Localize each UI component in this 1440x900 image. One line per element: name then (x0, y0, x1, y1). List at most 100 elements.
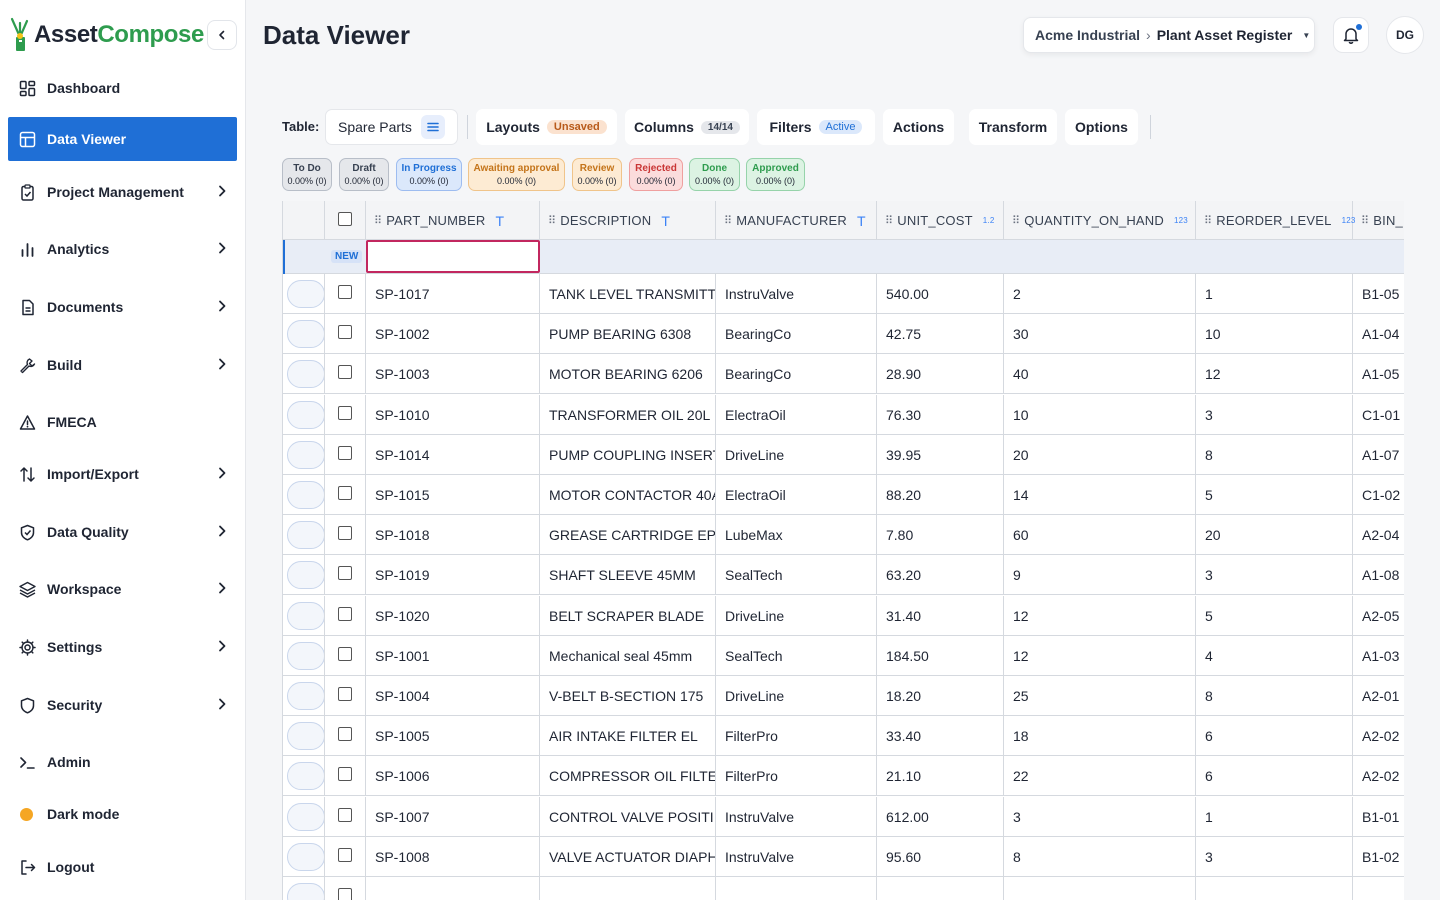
table-cell[interactable]: 8 (1196, 676, 1353, 716)
table-cell[interactable]: 612.00 (877, 797, 1004, 837)
table-cell[interactable]: InstruValve (716, 274, 877, 314)
table-cell[interactable]: DriveLine (716, 596, 877, 636)
table-cell[interactable]: 8 (1004, 837, 1196, 877)
sidebar-item-build[interactable]: Build (8, 343, 237, 387)
table-cell[interactable]: TANK LEVEL TRANSMITT (540, 274, 716, 314)
table-cell[interactable]: Mechanical seal 45mm (540, 636, 716, 676)
table-cell[interactable]: SealTech (716, 555, 877, 595)
column-header-quantity-on-hand[interactable]: ⠿ QUANTITY_ON_HAND 123 (1004, 201, 1196, 240)
sidebar-item-dashboard[interactable]: Dashboard (8, 66, 237, 110)
row-checkbox[interactable] (338, 848, 352, 862)
sidebar-item-data-quality[interactable]: Data Quality (8, 510, 237, 554)
table-cell[interactable]: A1-03 (1353, 636, 1404, 676)
table-cell[interactable]: SHAFT SLEEVE 45MM (540, 555, 716, 595)
table-cell[interactable]: C1-01 (1353, 395, 1404, 435)
sidebar-item-analytics[interactable]: Analytics (8, 227, 237, 271)
column-header-description[interactable]: ⠿ DESCRIPTION T (540, 201, 716, 240)
sidebar-item-workspace[interactable]: Workspace (8, 567, 237, 611)
table-cell[interactable]: SP-1007 (366, 797, 540, 837)
columns-button[interactable]: Columns 14/14 (625, 109, 749, 145)
sidebar-item-fmeca[interactable]: FMECA (8, 400, 237, 444)
status-chip-approved[interactable]: Approved 0.00% (0) (746, 158, 805, 191)
notifications-button[interactable] (1333, 17, 1369, 53)
row-checkbox[interactable] (338, 767, 352, 781)
workspace-breadcrumb-select[interactable]: Acme Industrial › Plant Asset Register ▼ (1023, 17, 1315, 53)
table-row[interactable]: SP-1007 CONTROL VALVE POSITI InstruValve 61… (283, 797, 1404, 837)
table-cell[interactable]: SP-1010 (366, 395, 540, 435)
status-chip-done[interactable]: Done 0.00% (0) (689, 158, 740, 191)
table-cell[interactable]: InstruValve (716, 797, 877, 837)
table-cell[interactable]: 88.20 (877, 475, 1004, 515)
table-cell[interactable] (1196, 877, 1353, 900)
table-cell[interactable]: 1 (1196, 797, 1353, 837)
table-cell[interactable]: A2-02 (1353, 756, 1404, 796)
table-cell[interactable]: 18.20 (877, 676, 1004, 716)
table-cell[interactable]: 540.00 (877, 274, 1004, 314)
table-cell[interactable] (1353, 877, 1404, 900)
sidebar-item-security[interactable]: Security (8, 683, 237, 727)
filters-button[interactable]: Filters Active (757, 109, 875, 145)
table-cell[interactable]: SP-1004 (366, 676, 540, 716)
table-cell[interactable]: C1-02 (1353, 475, 1404, 515)
table-cell[interactable] (366, 877, 540, 900)
actions-button[interactable]: Actions (883, 109, 954, 145)
table-cell[interactable]: B1-05 (1353, 274, 1404, 314)
table-select[interactable]: Spare Parts (325, 109, 458, 145)
table-cell[interactable]: B1-02 (1353, 837, 1404, 877)
collapse-sidebar-button[interactable] (207, 20, 237, 50)
sidebar-item-dark-mode[interactable]: Dark mode (8, 792, 237, 836)
table-cell[interactable]: PUMP COUPLING INSERT (540, 435, 716, 475)
table-cell[interactable]: 12 (1004, 596, 1196, 636)
table-row[interactable]: SP-1004 V-BELT B-SECTION 175 DriveLine 18.2… (283, 676, 1404, 716)
table-cell[interactable] (716, 877, 877, 900)
table-row[interactable]: SP-1006 COMPRESSOR OIL FILTE FilterPro 21.1… (283, 756, 1404, 796)
drag-handle-icon[interactable]: ⠿ (885, 214, 893, 227)
table-cell[interactable]: TRANSFORMER OIL 20L (540, 395, 716, 435)
table-cell[interactable]: 6 (1196, 756, 1353, 796)
table-cell[interactable]: AIR INTAKE FILTER EL (540, 716, 716, 756)
table-cell[interactable]: PUMP BEARING 6308 (540, 314, 716, 354)
sidebar-item-documents[interactable]: Documents (8, 285, 237, 329)
table-cell[interactable]: SP-1018 (366, 515, 540, 555)
row-checkbox[interactable] (338, 808, 352, 822)
table-row[interactable]: SP-1002 PUMP BEARING 6308 BearingCo 42.75 30… (283, 314, 1404, 354)
table-cell[interactable]: 20 (1196, 515, 1353, 555)
table-cell[interactable]: 76.30 (877, 395, 1004, 435)
table-cell[interactable]: BearingCo (716, 314, 877, 354)
table-cell[interactable]: 9 (1004, 555, 1196, 595)
table-cell[interactable]: InstruValve (716, 837, 877, 877)
table-cell[interactable]: A1-07 (1353, 435, 1404, 475)
table-cell[interactable]: 2 (1004, 274, 1196, 314)
table-cell[interactable]: A1-04 (1353, 314, 1404, 354)
table-row[interactable]: SP-1005 AIR INTAKE FILTER EL FilterPro 33.4… (283, 716, 1404, 756)
table-cell[interactable]: 33.40 (877, 716, 1004, 756)
table-cell[interactable]: 22 (1004, 756, 1196, 796)
table-cell[interactable]: SP-1001 (366, 636, 540, 676)
column-header-bin-l[interactable]: ⠿ BIN_L (1353, 201, 1404, 240)
column-header-part-number[interactable]: ⠿ PART_NUMBER T (366, 201, 540, 240)
table-cell[interactable]: 1 (1196, 274, 1353, 314)
table-cell[interactable]: SP-1020 (366, 596, 540, 636)
status-chip-draft[interactable]: Draft 0.00% (0) (339, 158, 389, 191)
table-cell[interactable]: FilterPro (716, 716, 877, 756)
sidebar-item-data-viewer[interactable]: Data Viewer (8, 117, 237, 161)
column-header-unit-cost[interactable]: ⠿ UNIT_COST 1.2 (877, 201, 1004, 240)
table-row[interactable]: SP-1019 SHAFT SLEEVE 45MM SealTech 63.20 9 3 A… (283, 555, 1404, 595)
row-checkbox[interactable] (338, 406, 352, 420)
table-row[interactable]: SP-1020 BELT SCRAPER BLADE DriveLine 31.40 1… (283, 596, 1404, 636)
table-cell[interactable]: 12 (1004, 636, 1196, 676)
table-cell[interactable]: 42.75 (877, 314, 1004, 354)
row-checkbox[interactable] (338, 647, 352, 661)
table-cell[interactable]: 40 (1004, 354, 1196, 394)
sidebar-item-settings[interactable]: Settings (8, 625, 237, 669)
table-cell[interactable] (1004, 877, 1196, 900)
table-cell[interactable]: VALVE ACTUATOR DIAPH (540, 837, 716, 877)
row-checkbox[interactable] (338, 486, 352, 500)
transform-button[interactable]: Transform (969, 109, 1057, 145)
table-cell[interactable]: V-BELT B-SECTION 175 (540, 676, 716, 716)
row-checkbox[interactable] (338, 727, 352, 741)
table-cell[interactable]: SP-1019 (366, 555, 540, 595)
table-cell[interactable]: DriveLine (716, 676, 877, 716)
table-row[interactable]: SP-1003 MOTOR BEARING 6206 BearingCo 28.90 4… (283, 354, 1404, 394)
table-cell[interactable]: B1-01 (1353, 797, 1404, 837)
